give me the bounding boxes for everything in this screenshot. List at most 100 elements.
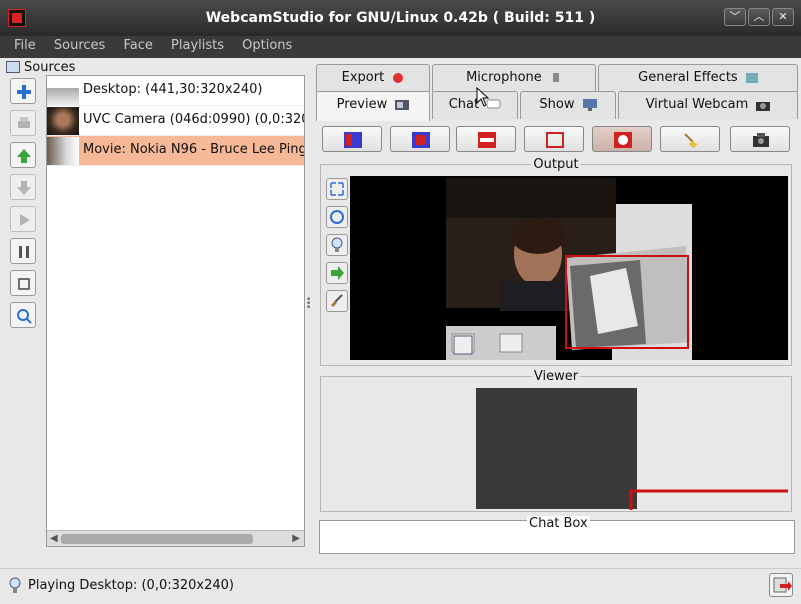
menu-file[interactable]: File (14, 36, 36, 56)
tab-label: Chat (448, 97, 480, 112)
title-bar: WebcamStudio for GNU/Linux 0.42b ( Build… (0, 0, 801, 36)
lightbulb-icon (331, 237, 343, 252)
layout-center-icon (412, 132, 430, 148)
layout-frame-icon (546, 132, 564, 148)
list-item[interactable]: Movie: Nokia N96 - Bruce Lee Ping Pong (47, 136, 304, 166)
minimize-button[interactable]: ﹀ (724, 8, 746, 26)
menu-sources[interactable]: Sources (54, 36, 105, 56)
viewer-preview[interactable] (476, 388, 637, 509)
move-down-button[interactable] (10, 174, 36, 200)
arrow-down-icon (17, 181, 31, 195)
maximize-button[interactable]: ︿ (748, 8, 770, 26)
exit-button[interactable] (769, 573, 793, 597)
add-source-button[interactable] (10, 78, 36, 104)
scroll-left-icon[interactable]: ◀ (50, 533, 58, 544)
output-tools (326, 178, 350, 318)
tab-preview[interactable]: Preview (316, 91, 430, 121)
play-button[interactable] (10, 206, 36, 232)
viewer-red-frame-edge (629, 489, 788, 510)
brush-button[interactable] (326, 290, 348, 312)
monitor-icon (582, 98, 597, 111)
list-item[interactable]: Desktop: (441,30:320x240) (47, 76, 304, 106)
source-label: Movie: Nokia N96 - Bruce Lee Ping Pong (83, 142, 304, 157)
lightbulb-icon (9, 577, 21, 593)
horizontal-scrollbar[interactable]: ◀ ▶ (47, 530, 304, 546)
image-icon (745, 72, 758, 83)
layout-button-1[interactable] (322, 126, 382, 152)
output-canvas (350, 176, 788, 360)
close-button[interactable]: ✕ (772, 8, 794, 26)
arrow-right-icon (331, 266, 344, 280)
scroll-right-icon[interactable]: ▶ (292, 533, 300, 544)
expand-icon (330, 182, 344, 196)
tab-export[interactable]: Export (316, 64, 430, 92)
window-title: WebcamStudio for GNU/Linux 0.42b ( Build… (205, 10, 596, 26)
sources-toolbar (10, 78, 40, 334)
fullscreen-button[interactable] (326, 178, 348, 200)
broom-icon (684, 133, 698, 148)
preview-toolbar (322, 126, 792, 156)
layout-button-5[interactable] (592, 126, 652, 152)
menu-face[interactable]: Face (123, 36, 152, 56)
arrow-up-icon (17, 149, 31, 163)
tab-label: Microphone (466, 70, 542, 85)
pause-icon (19, 246, 29, 258)
tab-label: Show (539, 97, 575, 112)
plus-icon (17, 85, 31, 99)
sources-label: Sources (24, 60, 76, 75)
refresh-icon (330, 210, 344, 224)
brush-icon (331, 294, 343, 307)
movie-thumbnail (47, 137, 79, 165)
menu-playlists[interactable]: Playlists (171, 36, 224, 56)
stop-button[interactable] (10, 270, 36, 296)
scrollbar-thumb[interactable] (61, 534, 253, 544)
zoom-button[interactable] (10, 302, 36, 328)
layout-button-4[interactable] (524, 126, 584, 152)
printer-icon (18, 117, 30, 128)
tab-chat[interactable]: Chat (432, 91, 518, 119)
layout-split-icon (478, 132, 496, 148)
layout-button-3[interactable] (456, 126, 516, 152)
camera-thumbnail (47, 107, 79, 135)
chat-box-label: Chat Box (527, 516, 590, 531)
clear-button[interactable] (660, 126, 720, 152)
viewer-label: Viewer (531, 369, 581, 384)
layout-left-icon (344, 132, 362, 148)
sources-icon (6, 61, 20, 73)
preview-icon (395, 99, 410, 110)
tab-microphone[interactable]: Microphone (432, 64, 596, 92)
remove-source-button[interactable] (10, 110, 36, 136)
light-button[interactable] (326, 234, 348, 256)
mouse-cursor-icon (476, 87, 490, 107)
tab-label: Preview (336, 97, 388, 112)
tab-virtual-webcam[interactable]: Virtual Webcam (618, 91, 798, 119)
desktop-thumbnail (47, 77, 79, 105)
status-text: Playing Desktop: (0,0:320x240) (28, 578, 234, 593)
sources-list[interactable]: Desktop: (441,30:320x240) UVC Camera (04… (46, 75, 305, 547)
snapshot-button[interactable] (730, 126, 790, 152)
layout-button-2[interactable] (390, 126, 450, 152)
play-icon (20, 214, 30, 226)
record-icon (393, 72, 404, 83)
menu-bar: File Sources Face Playlists Options (0, 36, 801, 58)
output-label: Output (531, 157, 581, 172)
camera-icon (753, 133, 769, 147)
microphone-icon (552, 72, 559, 82)
forward-button[interactable] (326, 262, 348, 284)
tab-general-effects[interactable]: General Effects (598, 64, 798, 92)
output-preview[interactable] (350, 176, 788, 360)
status-bar: Playing Desktop: (0,0:320x240) (0, 568, 801, 604)
splitter-handle[interactable]: • • • (306, 296, 311, 313)
stop-icon (18, 278, 30, 290)
pause-button[interactable] (10, 238, 36, 264)
magnifier-icon (17, 309, 32, 324)
refresh-button[interactable] (326, 206, 348, 228)
tab-label: Export (341, 70, 385, 85)
tab-show[interactable]: Show (520, 91, 616, 119)
layout-circle-icon (614, 132, 632, 148)
list-item[interactable]: UVC Camera (046d:0990) (0,0:320x240) (47, 106, 304, 136)
move-up-button[interactable] (10, 142, 36, 168)
source-label: UVC Camera (046d:0990) (0,0:320x240) (83, 112, 304, 127)
camera-icon (756, 101, 771, 111)
menu-options[interactable]: Options (242, 36, 292, 56)
